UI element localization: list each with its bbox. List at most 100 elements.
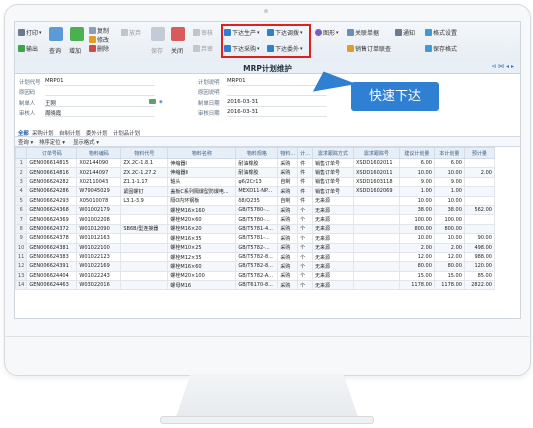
review-button[interactable]: 审核: [193, 28, 213, 37]
table-cell[interactable]: 2.00: [433, 242, 465, 253]
table-cell[interactable]: 1178.00: [398, 280, 435, 291]
table-cell[interactable]: 件: [297, 157, 313, 169]
table-cell[interactable]: 螺栓M16×20: [167, 223, 237, 235]
query-button[interactable]: 查询: [49, 46, 61, 55]
table-cell[interactable]: GB/T5782-...: [235, 242, 279, 253]
table-cell[interactable]: X05010078: [76, 195, 122, 206]
export-button[interactable]: 输出: [18, 44, 38, 53]
graph-button[interactable]: 图形 ▾: [315, 28, 339, 37]
column-header[interactable]: 预计量: [463, 147, 495, 159]
table-cell[interactable]: [352, 280, 400, 291]
table-cell[interactable]: 无来源: [311, 214, 354, 225]
related-order-button[interactable]: 销售订单联查: [347, 44, 391, 53]
table-cell[interactable]: [352, 270, 400, 282]
table-cell[interactable]: 个: [297, 242, 313, 253]
column-header[interactable]: 需求跟踪号: [352, 147, 400, 159]
table-cell[interactable]: GB/T5781-4...: [235, 223, 279, 235]
table-cell[interactable]: 件: [297, 167, 313, 178]
table-cell[interactable]: 6.00: [398, 157, 435, 169]
table-cell[interactable]: 紧固螺钉: [120, 186, 169, 197]
table-cell[interactable]: 12.00: [433, 251, 465, 263]
table-cell[interactable]: [352, 233, 400, 244]
save-button[interactable]: 保存: [151, 46, 163, 55]
table-cell[interactable]: 10.00: [398, 195, 435, 206]
table-cell[interactable]: 1.00: [433, 186, 465, 197]
table-cell[interactable]: W01012090: [76, 223, 122, 235]
table-cell[interactable]: 80.00: [398, 261, 435, 272]
table-cell[interactable]: [120, 280, 169, 291]
table-cell[interactable]: 自制: [277, 195, 299, 206]
table-cell[interactable]: 800.00: [433, 223, 465, 235]
table-row[interactable]: 13 GEN006624404 W01022243 螺栓M20×100 GB/T5782…: [15, 270, 495, 282]
table-cell[interactable]: XSDD1603118: [352, 176, 400, 188]
table-cell[interactable]: [120, 270, 169, 282]
table-row[interactable]: 10 GEN006624381 W01022100 螺栓M10×25 GB/T5782-…: [15, 242, 495, 253]
table-cell[interactable]: 无来源: [311, 280, 354, 291]
table-cell[interactable]: 15.00: [433, 270, 465, 282]
sort-locate-button[interactable]: 排序定位 ▾: [39, 138, 65, 146]
table-cell[interactable]: [352, 261, 400, 272]
tab-planned-item-plan[interactable]: 计划品计划: [113, 129, 140, 137]
table-row[interactable]: 11 GEN006624383 W01022123 螺栓M12×35 GB/T5782-…: [15, 251, 495, 263]
table-cell[interactable]: 无来源: [311, 251, 354, 263]
table-cell[interactable]: W01012163: [76, 233, 122, 244]
table-cell[interactable]: 1.00: [398, 186, 435, 197]
table-cell[interactable]: GEN006614816: [26, 167, 78, 178]
table-row[interactable]: 6 GEN006624368 W01002179 螺栓M16×160 GB/T5780-…: [15, 204, 495, 216]
table-cell[interactable]: GB/T5782-A...: [235, 270, 279, 282]
tab-purchase-plan[interactable]: 采购计划: [32, 129, 54, 137]
display-format-button[interactable]: 显示格式 ▾: [73, 138, 99, 146]
table-cell[interactable]: 轴头: [167, 176, 237, 188]
table-cell[interactable]: L3.1-3.9: [120, 195, 169, 206]
plan-desc-value[interactable]: MRP01: [227, 78, 246, 84]
table-cell[interactable]: 采购: [277, 223, 299, 235]
column-header[interactable]: 物料名称: [167, 147, 237, 159]
table-cell[interactable]: φ6/2Cr13: [235, 176, 279, 188]
table-cell[interactable]: 9.00: [398, 176, 435, 188]
table-cell[interactable]: [463, 223, 495, 235]
abandon-button[interactable]: 放弃: [121, 28, 141, 37]
user-icon[interactable]: [149, 99, 156, 104]
table-cell[interactable]: 自制: [277, 176, 299, 188]
table-cell[interactable]: 100.00: [433, 214, 465, 225]
table-cell[interactable]: [463, 176, 495, 188]
table-cell[interactable]: 10.00: [433, 167, 465, 178]
table-cell[interactable]: XSDD1602011: [352, 167, 400, 178]
table-cell[interactable]: [463, 186, 495, 197]
table-cell[interactable]: GB/T5780-...: [235, 204, 279, 216]
table-cell[interactable]: 采购: [277, 233, 299, 244]
column-header[interactable]: 物料编码: [76, 147, 122, 159]
table-cell[interactable]: 38.00: [433, 204, 465, 216]
close-button[interactable]: 关闭: [171, 46, 183, 55]
table-cell[interactable]: 9.00: [433, 176, 465, 188]
table-cell[interactable]: 个: [297, 204, 313, 216]
table-cell[interactable]: 件: [297, 195, 313, 206]
table-cell[interactable]: 个: [297, 233, 313, 244]
table-cell[interactable]: 38.00: [398, 204, 435, 216]
table-cell[interactable]: 120.00: [463, 261, 495, 272]
table-cell[interactable]: 销售订单号: [311, 176, 354, 188]
table-cell[interactable]: [120, 233, 169, 244]
table-cell[interactable]: 螺栓M20×100: [167, 270, 237, 282]
table-cell[interactable]: 件: [297, 176, 313, 188]
column-header[interactable]: [15, 147, 28, 159]
table-row[interactable]: 9 GEN006624378 W01012163 螺栓M16×35 GB/T5781-.…: [15, 233, 495, 244]
table-cell[interactable]: GB/T5780-...: [235, 214, 279, 225]
table-cell[interactable]: GEN006624391: [26, 261, 78, 272]
table-cell[interactable]: GEN006624463: [26, 280, 78, 291]
table-cell[interactable]: 采购: [277, 167, 299, 178]
table-cell[interactable]: 采购: [277, 261, 299, 272]
table-cell[interactable]: 498.00: [463, 242, 495, 253]
column-header[interactable]: 需求跟踪方式: [311, 147, 354, 159]
table-cell[interactable]: [352, 195, 400, 206]
table-cell[interactable]: 无来源: [311, 242, 354, 253]
table-cell[interactable]: GB/T6170-8...: [235, 280, 279, 291]
table-cell[interactable]: X02144090: [76, 157, 122, 169]
table-cell[interactable]: GB/T5781-...: [235, 233, 279, 244]
table-cell[interactable]: 销售订单号: [311, 186, 354, 197]
table-cell[interactable]: δ8/Q235: [235, 195, 279, 206]
table-row[interactable]: 7 GEN006624369 W01002208 螺栓M20×60 GB/T5780-.…: [15, 214, 495, 225]
table-cell[interactable]: [463, 214, 495, 225]
column-header[interactable]: 建议计划量: [398, 147, 435, 159]
table-cell[interactable]: 采购: [277, 204, 299, 216]
